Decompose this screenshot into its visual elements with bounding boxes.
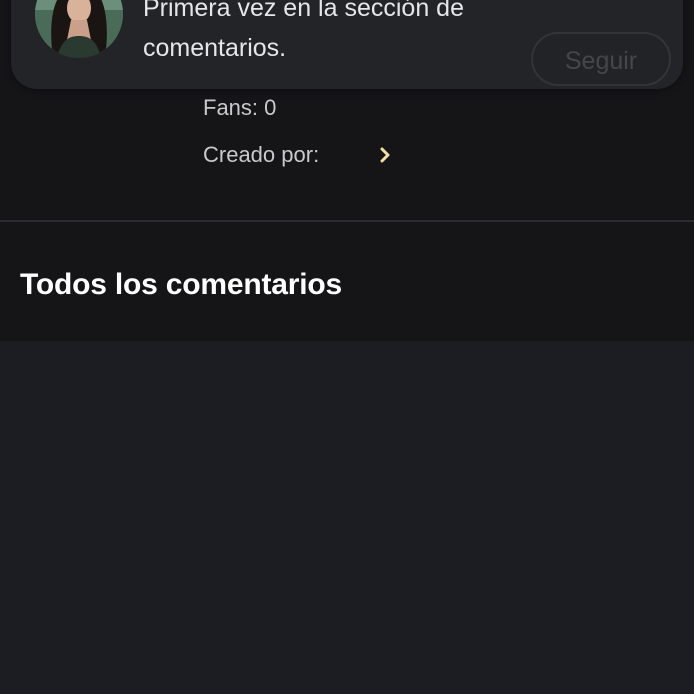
creator-label: Creado por <box>203 142 314 167</box>
notification-message: Primera vez en la sección de comentarios… <box>143 0 464 62</box>
comments-list <box>0 341 694 694</box>
comments-title: Todos los comentarios <box>20 268 342 301</box>
notification-toast[interactable]: Primera vez en la sección de comentarios… <box>11 0 683 89</box>
fans-count: Fans: 0 <box>203 95 277 120</box>
follow-button[interactable]: Seguir <box>531 32 671 86</box>
avatar[interactable] <box>35 0 123 58</box>
creator-row[interactable]: Creado por: <box>203 139 395 171</box>
screen: Fans: 0 Creado por: Todos los comentario… <box>0 0 694 694</box>
section-divider <box>0 220 694 222</box>
profile-info: Fans: 0 Creado por: <box>203 92 395 171</box>
creator-separator: : <box>313 142 320 167</box>
chevron-right-icon[interactable] <box>375 145 395 165</box>
